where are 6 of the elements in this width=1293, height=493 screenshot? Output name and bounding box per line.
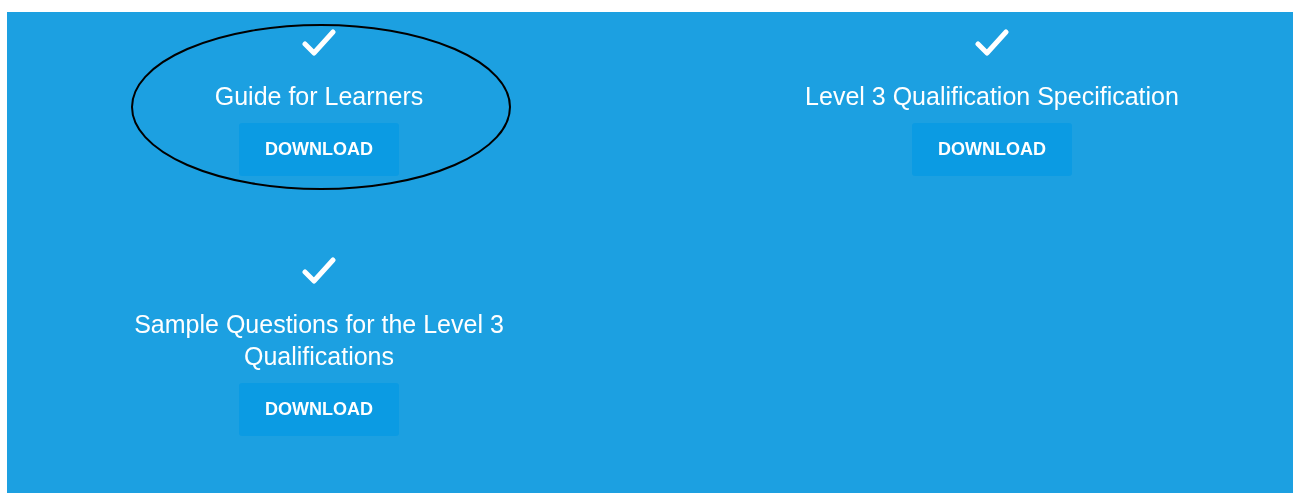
download-button[interactable]: DOWNLOAD — [239, 383, 399, 436]
download-button[interactable]: DOWNLOAD — [912, 123, 1072, 176]
document-title: Sample Questions for the Level 3 Qualifications — [133, 309, 505, 372]
document-title: Level 3 Qualification Specification — [805, 81, 1179, 112]
download-button[interactable]: DOWNLOAD — [239, 123, 399, 176]
document-title: Guide for Learners — [214, 81, 424, 112]
